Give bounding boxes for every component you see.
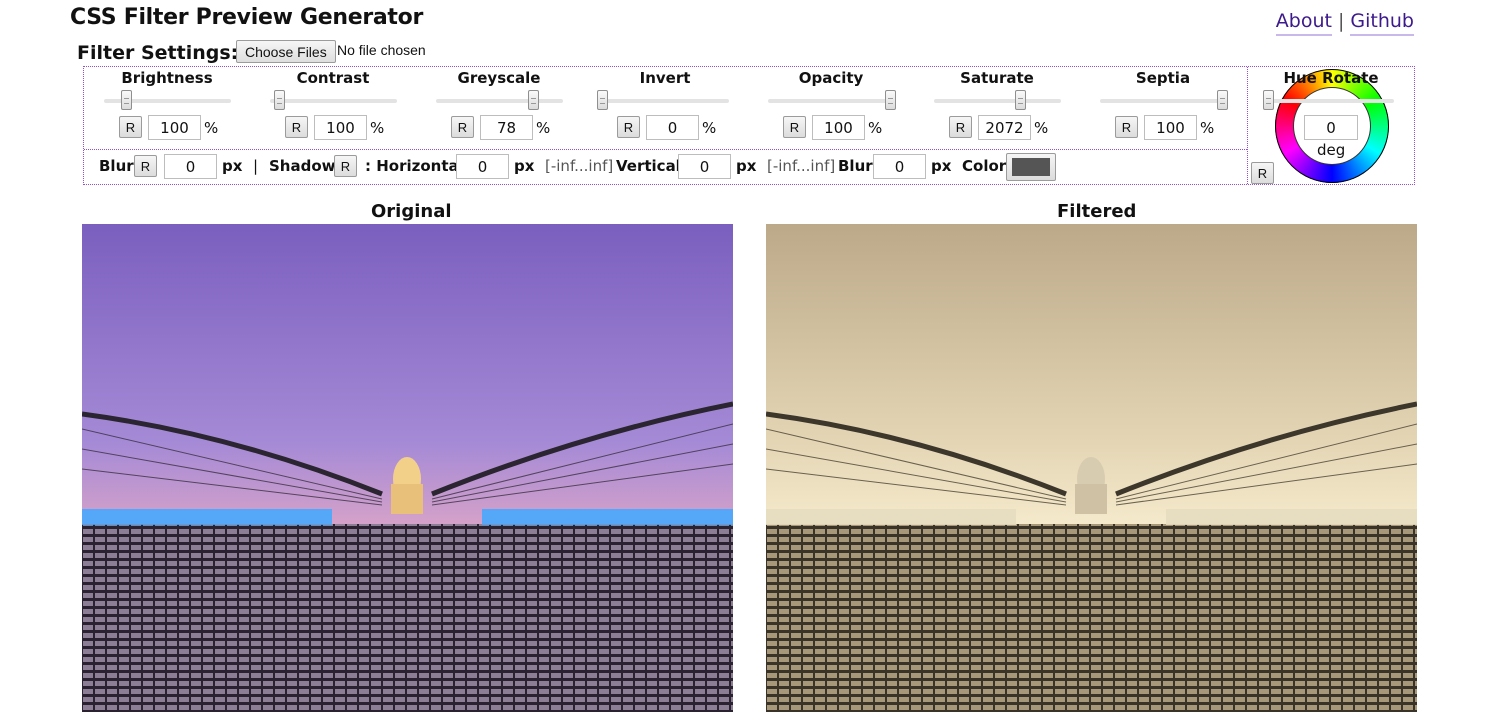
vertical-input[interactable] [678,154,731,179]
greyscale-input[interactable] [480,115,533,140]
slider-thumb[interactable] [1263,90,1274,110]
brightness-control: Brightness R% [84,67,250,149]
hue-reset-button[interactable]: R [1251,162,1274,184]
opacity-control: Opacity R% [748,67,914,149]
slider-thumb[interactable] [120,90,132,110]
hue-unit: deg [1317,141,1346,159]
vertical-label: Vertical [616,157,681,175]
shadow-reset-button[interactable]: R [334,155,357,177]
blur-unit: px [222,157,243,175]
original-bridge-photo [82,224,733,712]
slider-thumb[interactable] [273,90,285,110]
opacity-label: Opacity [798,69,864,87]
opacity-unit: % [868,119,883,137]
opacity-slider[interactable] [768,90,896,110]
contrast-label: Contrast [296,69,370,87]
brightness-slider[interactable] [104,90,231,110]
page-title: CSS Filter Preview Generator [70,5,423,30]
saturate-reset-button[interactable]: R [949,116,972,138]
blur-label: Blur [99,157,134,175]
invert-unit: % [702,119,717,137]
septia-unit: % [1200,119,1215,137]
vertical-unit: px [736,157,757,175]
about-link[interactable]: About [1275,10,1332,36]
invert-control: Invert R% [582,67,748,149]
row-divider [84,149,1247,150]
vertical-range-hint: [-inf...inf] [767,157,836,175]
shadow-color-picker[interactable] [1006,153,1056,181]
saturate-slider[interactable] [934,90,1061,110]
hue-rotate-slider[interactable] [1263,90,1394,110]
greyscale-reset-button[interactable]: R [451,116,474,138]
github-link[interactable]: Github [1350,10,1414,36]
saturate-unit: % [1034,119,1049,137]
color-swatch [1012,158,1050,176]
hue-rotate-label: Hue Rotate [1283,69,1379,87]
greyscale-control: Greyscale R% [416,67,582,149]
slider-thumb[interactable] [1216,90,1228,110]
shadow-blur-unit: px [931,157,952,175]
brightness-input[interactable] [148,115,201,140]
saturate-input[interactable] [978,115,1031,140]
saturate-label: Saturate [960,69,1034,87]
contrast-input[interactable] [314,115,367,140]
contrast-reset-button[interactable]: R [285,116,308,138]
greyscale-label: Greyscale [457,69,541,87]
slider-thumb[interactable] [527,90,539,110]
brightness-label: Brightness [121,69,213,87]
blur-reset-button[interactable]: R [134,155,157,177]
saturate-control: Saturate R% [914,67,1080,149]
opacity-input[interactable] [812,115,865,140]
invert-reset-button[interactable]: R [617,116,640,138]
invert-label: Invert [639,69,691,87]
septia-control: Septia R% [1080,67,1246,149]
pipe-separator: | [253,157,259,175]
filtered-caption: Filtered [1057,201,1137,222]
filter-settings-panel: Brightness R% Contrast R% Greyscale R% Invert R… [83,66,1415,185]
brightness-reset-button[interactable]: R [119,116,142,138]
filtered-image [766,224,1417,712]
septia-slider[interactable] [1100,90,1228,110]
greyscale-unit: % [536,119,551,137]
shadow-blur-label: Blur [838,157,873,175]
slider-thumb[interactable] [1015,90,1027,110]
invert-slider[interactable] [597,90,729,110]
slider-thumb[interactable] [597,90,608,110]
slider-thumb[interactable] [884,90,896,110]
original-image [82,224,733,712]
hue-rotate-input[interactable] [1304,115,1358,140]
horizontal-unit: px [514,157,535,175]
horizontal-range-hint: [-inf...inf] [545,157,614,175]
contrast-control: Contrast R% [250,67,416,149]
nav-separator: | [1337,10,1345,32]
horizontal-label: : Horizontal [365,157,464,175]
contrast-unit: % [370,119,385,137]
top-nav: About | Github [1275,10,1414,36]
shadow-label: Shadow [269,157,336,175]
file-status-text: No file chosen [337,42,426,58]
greyscale-slider[interactable] [436,90,563,110]
contrast-slider[interactable] [270,90,397,110]
blur-input[interactable] [164,154,217,179]
filter-settings-label: Filter Settings: [77,42,239,64]
horizontal-input[interactable] [456,154,509,179]
septia-input[interactable] [1144,115,1197,140]
invert-input[interactable] [646,115,699,140]
septia-label: Septia [1135,69,1191,87]
opacity-reset-button[interactable]: R [783,116,806,138]
original-caption: Original [371,201,452,222]
choose-files-button[interactable]: Choose Files [236,40,336,63]
brightness-unit: % [204,119,219,137]
blur-shadow-row: Blur R px | Shadow R : Horizontal px [-i… [84,152,1247,182]
septia-reset-button[interactable]: R [1115,116,1138,138]
filtered-bridge-photo [766,224,1417,712]
color-label: Color [962,157,1007,175]
shadow-blur-input[interactable] [873,154,926,179]
